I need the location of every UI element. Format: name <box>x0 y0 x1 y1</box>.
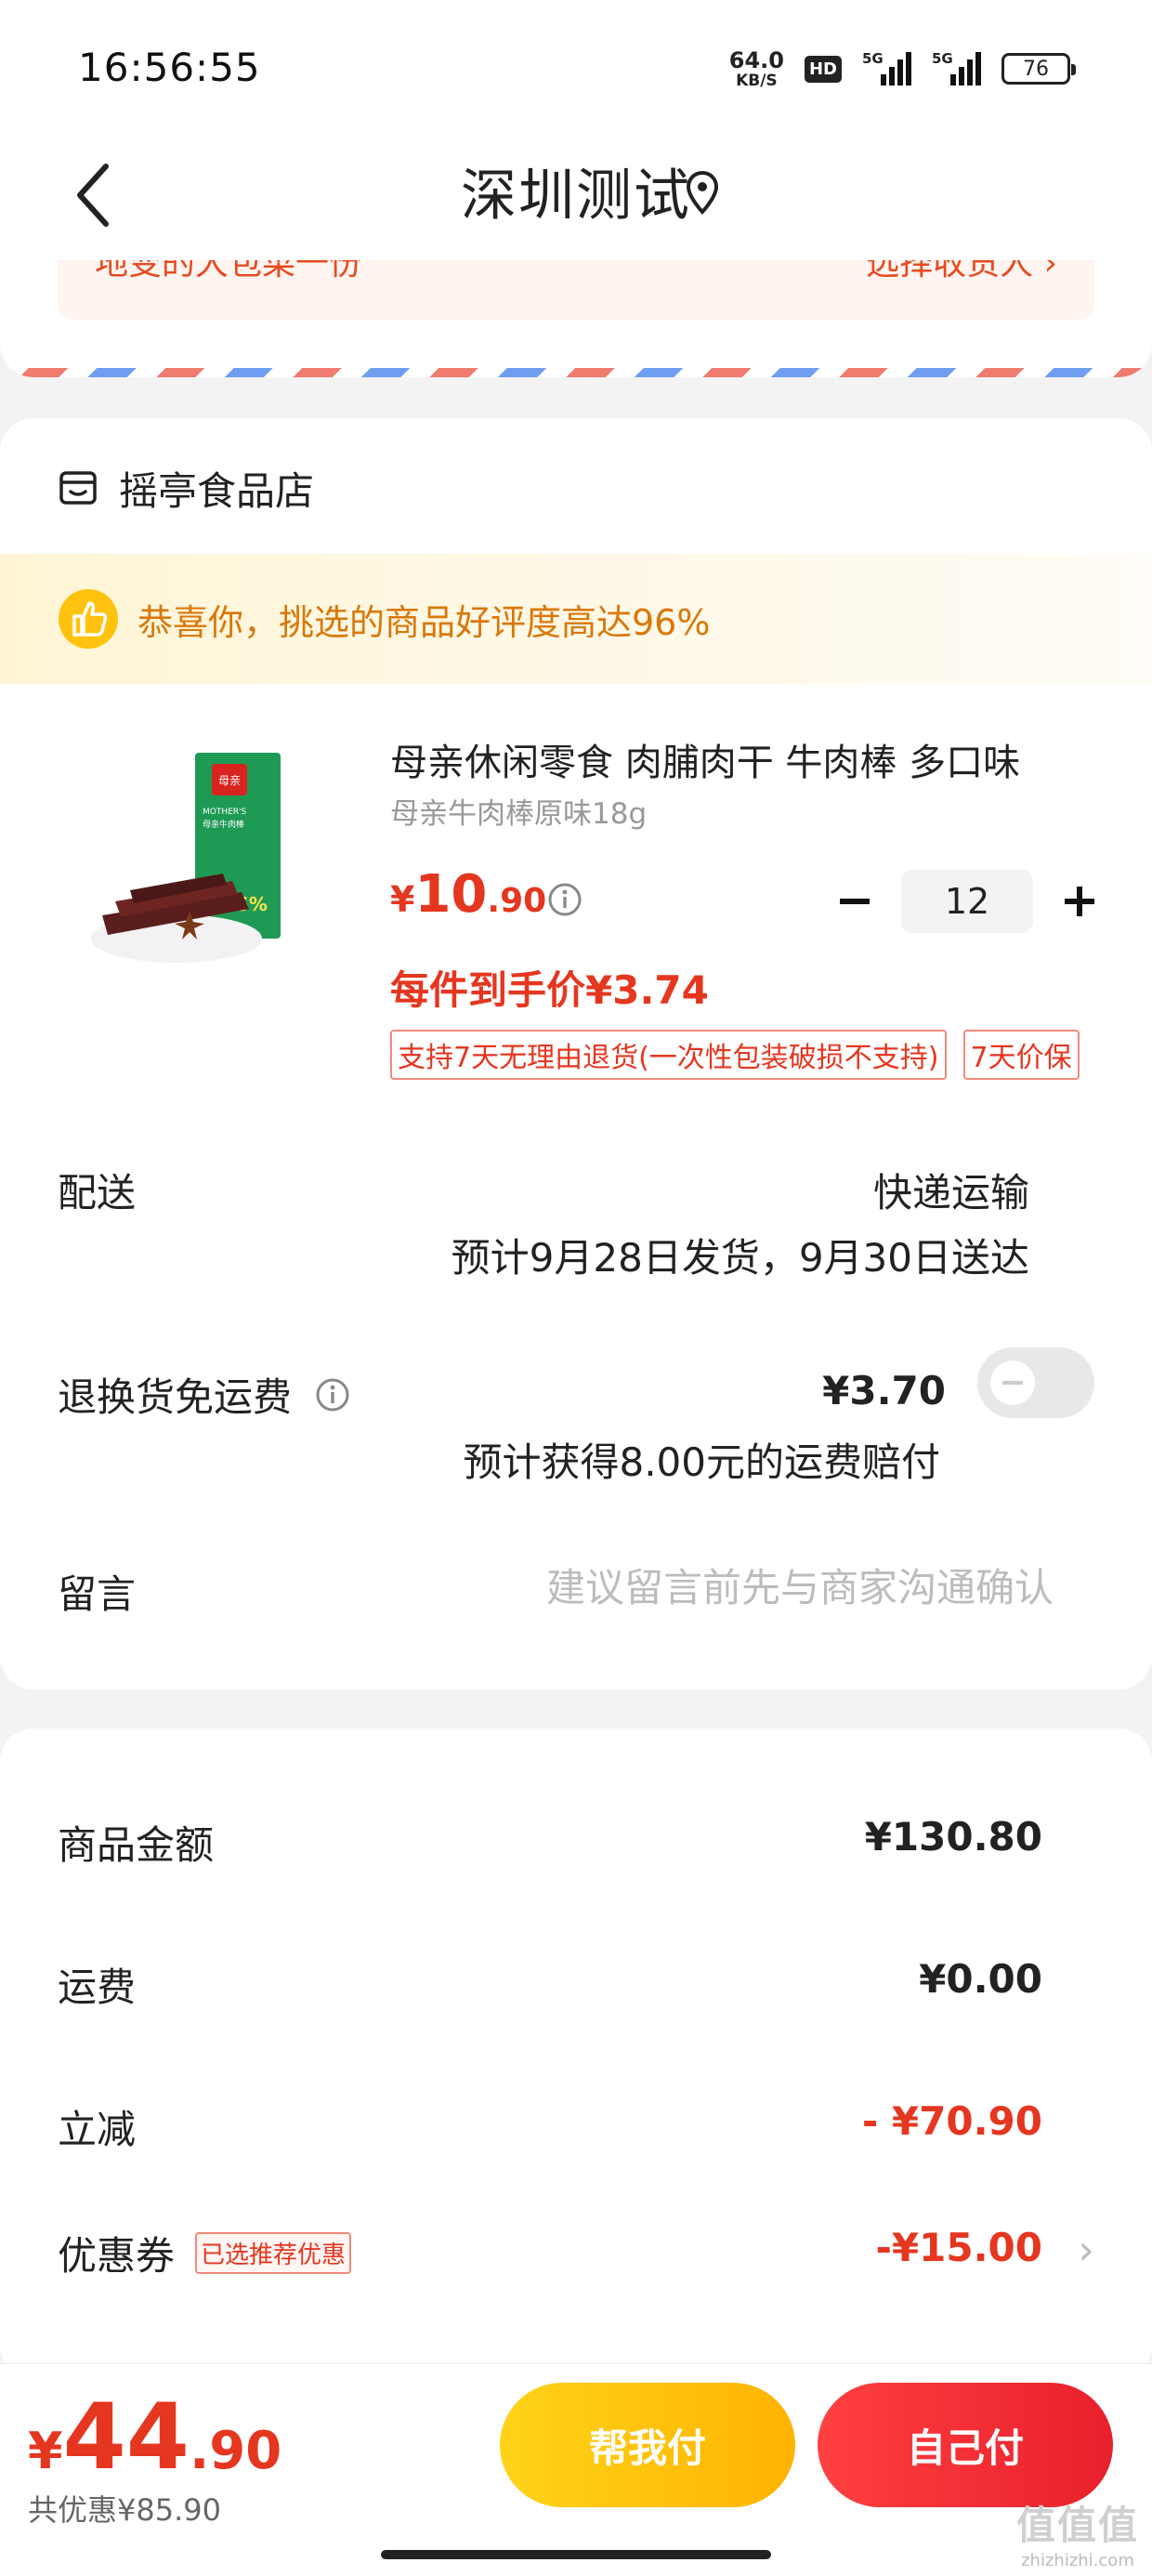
freight-insurance-subtext: 预计获得8.00元的运费赔付 <box>463 1439 940 1485</box>
quantity-input[interactable]: 12 <box>901 870 1033 933</box>
price-summary-card: 商品金额 ¥130.80 运费 ¥0.00 立减 - ¥70.90 优惠券 已选… <box>0 1728 1152 2379</box>
coupon-label-group: 优惠券 已选推荐优惠 <box>58 2225 352 2281</box>
address-box[interactable]: 地变的大包菜一份 选择收货人 › <box>58 260 1094 320</box>
tag-price-protection[interactable]: 7天价保 <box>962 1030 1080 1080</box>
status-bar: 16:56:55 64.0 KB/S HD 5G 5G 76 <box>0 0 1152 139</box>
price-integer: 10 <box>414 864 488 925</box>
shipping-label: 运费 <box>58 1965 137 2010</box>
net-speed-value: 64.0 <box>728 46 784 73</box>
help-me-pay-button[interactable]: 帮我付 <box>500 2383 795 2507</box>
praise-banner: 恭喜你，挑选的商品好评度高达96% <box>0 554 1152 684</box>
shop-name: 摇亭食品店 <box>119 467 315 514</box>
location-pin-icon[interactable] <box>683 167 722 219</box>
delivery-label: 配送 <box>58 1170 137 1216</box>
watermark: 值值值 zhizhizhi.com <box>1016 2494 1139 2570</box>
goods-amount-label: 商品金额 <box>58 1822 215 1868</box>
status-icons: 64.0 KB/S HD 5G 5G 76 <box>729 41 1076 97</box>
tag-return-policy[interactable]: 支持7天无理由退货(一次性包装破损不支持) <box>390 1030 947 1080</box>
shop-card: 摇亭食品店 恭喜你，挑选的商品好评度高达96% 母亲 MOTHER'S 母亲牛肉… <box>0 418 1152 1689</box>
total-symbol: ¥ <box>28 2422 63 2480</box>
shipping-row: 运费 ¥0.00 <box>58 1956 1094 2021</box>
message-input[interactable] <box>459 1557 1054 1617</box>
total-decimal: .90 <box>189 2421 282 2481</box>
net-speed: 64.0 KB/S <box>729 49 784 89</box>
coupon-recommended-tag: 已选推荐优惠 <box>195 2232 352 2274</box>
discount-row: 立减 - ¥70.90 <box>58 2098 1094 2163</box>
freight-insurance-toggle[interactable] <box>977 1347 1094 1418</box>
package-name-en: MOTHER'S <box>203 808 247 817</box>
unit-price: 每件到手价¥3.74 <box>390 967 709 1013</box>
increase-button[interactable] <box>1052 874 1107 929</box>
total-saved: 共优惠¥85.90 <box>28 2492 221 2528</box>
quantity-stepper: 12 <box>827 870 1107 933</box>
product-item: 母亲 MOTHER'S 母亲牛肉棒 35% 母亲休闲零食 肉脯肉干 牛肉棒 多口… <box>0 697 1152 1080</box>
product-image[interactable]: 母亲 MOTHER'S 母亲牛肉棒 35% <box>84 743 325 985</box>
checkout-bar: ¥ 44 .90 共优惠¥85.90 帮我付 自己付 值值值 zhizhizhi… <box>0 2363 1152 2576</box>
delivery-method[interactable]: 快递运输 <box>873 1162 1029 1218</box>
store-icon <box>59 471 97 505</box>
decrease-button[interactable] <box>827 874 883 929</box>
battery-level: 76 <box>1023 57 1049 81</box>
coupon-row[interactable]: 优惠券 已选推荐优惠 -¥15.00 › <box>58 2225 1094 2290</box>
discount-label: 立减 <box>58 2107 137 2152</box>
service-tags: 支持7天无理由退货(一次性包装破损不支持) 7天价保 <box>390 1030 1080 1080</box>
product-title[interactable]: 母亲休闲零食 肉脯肉干 牛肉棒 多口味 <box>390 732 1096 786</box>
chevron-right-icon: › <box>1078 2227 1094 2274</box>
hd-icon: HD <box>804 55 842 83</box>
pay-myself-button[interactable]: 自己付 <box>818 2383 1113 2507</box>
delivery-eta: 预计9月28日发货，9月30日送达 <box>451 1235 1029 1281</box>
plus-icon <box>1065 887 1094 916</box>
minus-icon <box>840 899 870 904</box>
coupon-value: -¥15.00 <box>875 2225 1042 2270</box>
battery-icon: 76 <box>1001 53 1076 85</box>
total-integer: 44 <box>62 2385 190 2491</box>
signal-icon: 5G <box>862 50 911 85</box>
home-indicator[interactable] <box>381 2550 771 2559</box>
thumbs-up-icon <box>59 589 118 649</box>
shop-header[interactable]: 摇亭食品店 <box>58 455 314 520</box>
coupon-label: 优惠券 <box>58 2233 176 2279</box>
net-speed-unit: KB/S <box>736 71 778 90</box>
watermark-url: zhizhizhi.com <box>1021 2551 1134 2570</box>
status-time: 16:56:55 <box>78 45 261 90</box>
envelope-stripe <box>0 368 1152 377</box>
price-info-icon[interactable] <box>546 881 583 918</box>
product-price: ¥ 10 .90 <box>390 864 546 925</box>
goods-amount-value: ¥130.80 <box>864 1814 1042 1860</box>
package-brand-text: 母亲 <box>218 774 241 787</box>
goods-amount-row: 商品金额 ¥130.80 <box>58 1814 1094 1879</box>
message-label: 留言 <box>58 1571 137 1617</box>
select-receiver-link[interactable]: 选择收货人 › <box>866 260 1057 284</box>
product-spec[interactable]: 母亲牛肉棒原味18g <box>390 790 647 832</box>
info-icon[interactable] <box>314 1376 351 1413</box>
watermark-logo: 值值值 <box>1015 2503 1139 2548</box>
freight-insurance-row: 退换货免运费 <box>58 1366 351 1423</box>
total-price: ¥ 44 .90 <box>28 2392 281 2483</box>
shipping-value: ¥0.00 <box>919 1956 1042 2002</box>
freight-insurance-price: ¥3.70 <box>822 1368 946 1413</box>
address-card: 地变的大包菜一份 选择收货人 › <box>0 260 1152 377</box>
discount-value: - ¥70.90 <box>861 2098 1042 2144</box>
nav-bar: 深圳测试 <box>0 139 1152 260</box>
praise-text: 恭喜你，挑选的商品好评度高达96% <box>137 601 711 643</box>
signal-label-2: 5G <box>932 50 953 67</box>
page-title: 深圳测试 <box>461 164 691 229</box>
price-symbol: ¥ <box>390 879 415 920</box>
address-text: 地变的大包菜一份 <box>95 260 363 283</box>
signal-label: 5G <box>862 50 884 67</box>
package-name-cn: 母亲牛肉棒 <box>203 819 244 830</box>
price-decimal: .90 <box>487 882 547 920</box>
freight-insurance-label: 退换货免运费 <box>58 1374 293 1420</box>
signal-icon-2: 5G <box>932 50 981 85</box>
toggle-knob <box>990 1360 1035 1405</box>
